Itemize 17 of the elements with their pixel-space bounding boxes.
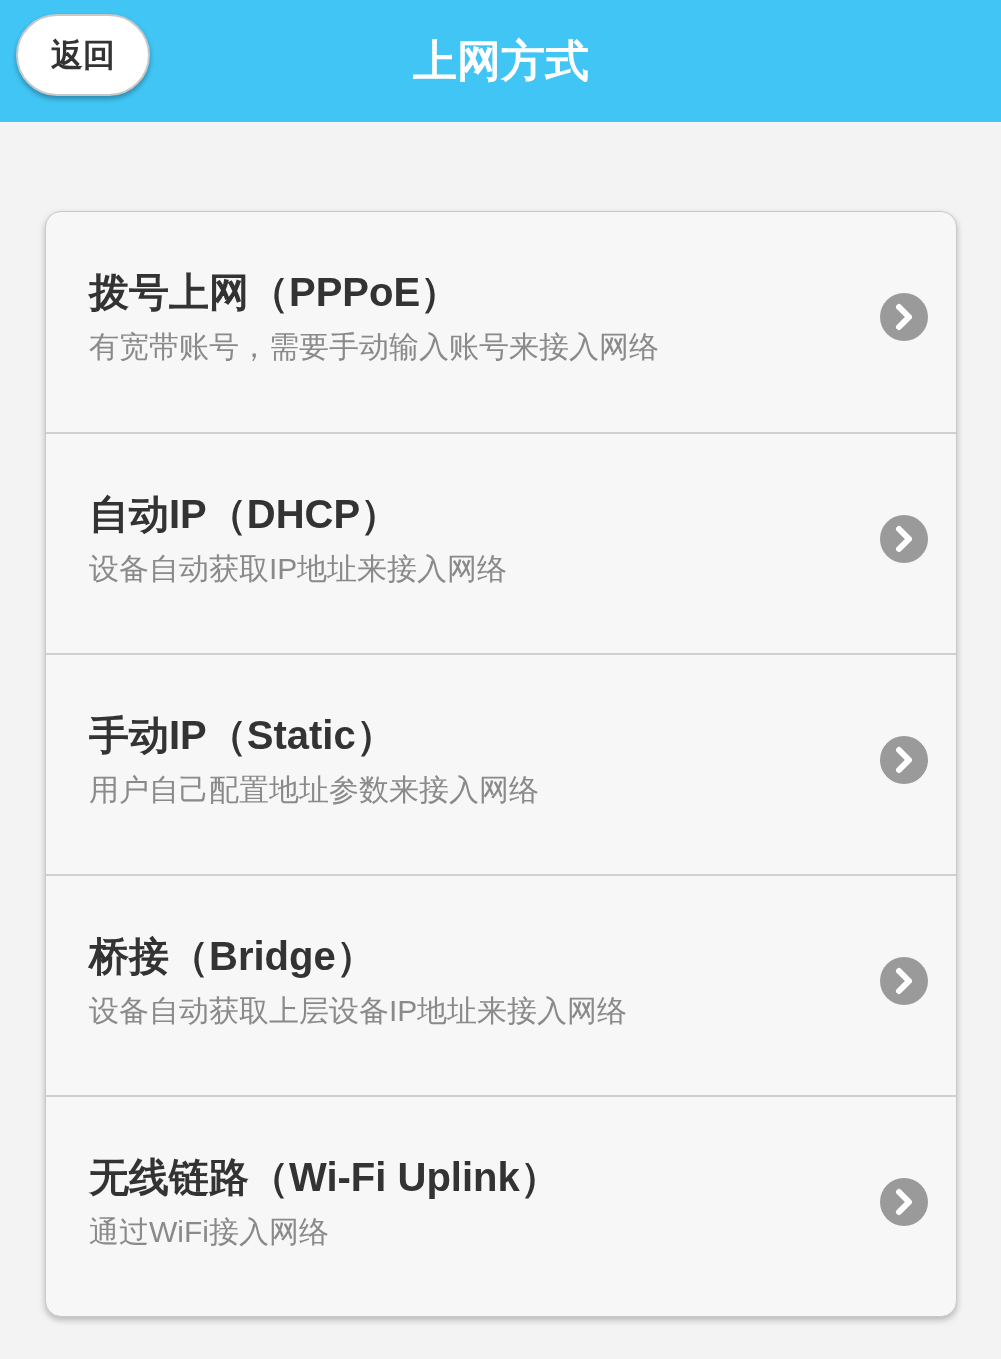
option-title: 自动IP（DHCP） bbox=[89, 490, 402, 538]
option-title: 无线链路（Wi-Fi Uplink） bbox=[89, 1153, 560, 1201]
page-title: 上网方式 bbox=[412, 39, 589, 83]
back-button[interactable]: 返回 bbox=[16, 14, 150, 96]
chevron-right-icon[interactable] bbox=[880, 514, 928, 563]
option-description: 通过WiFi接入网络 bbox=[89, 1213, 330, 1250]
option-description: 有宽带账号，需要手动输入账号来接入网络 bbox=[89, 329, 659, 365]
chevron-right-icon[interactable] bbox=[880, 1177, 928, 1226]
option-title: 手动IP（Static） bbox=[89, 711, 397, 759]
option-title: 拨号上网（PPPoE） bbox=[89, 269, 462, 316]
option-title: 桥接（Bridge） bbox=[89, 932, 377, 980]
chevron-right-icon[interactable] bbox=[880, 956, 928, 1005]
option-description: 设备自动获取IP地址来接入网络 bbox=[89, 550, 508, 587]
chevron-right-icon[interactable] bbox=[880, 293, 928, 341]
chevron-right-icon[interactable] bbox=[880, 735, 928, 784]
option-description: 用户自己配置地址参数来接入网络 bbox=[89, 771, 539, 808]
option-description: 设备自动获取上层设备IP地址来接入网络 bbox=[89, 992, 628, 1029]
